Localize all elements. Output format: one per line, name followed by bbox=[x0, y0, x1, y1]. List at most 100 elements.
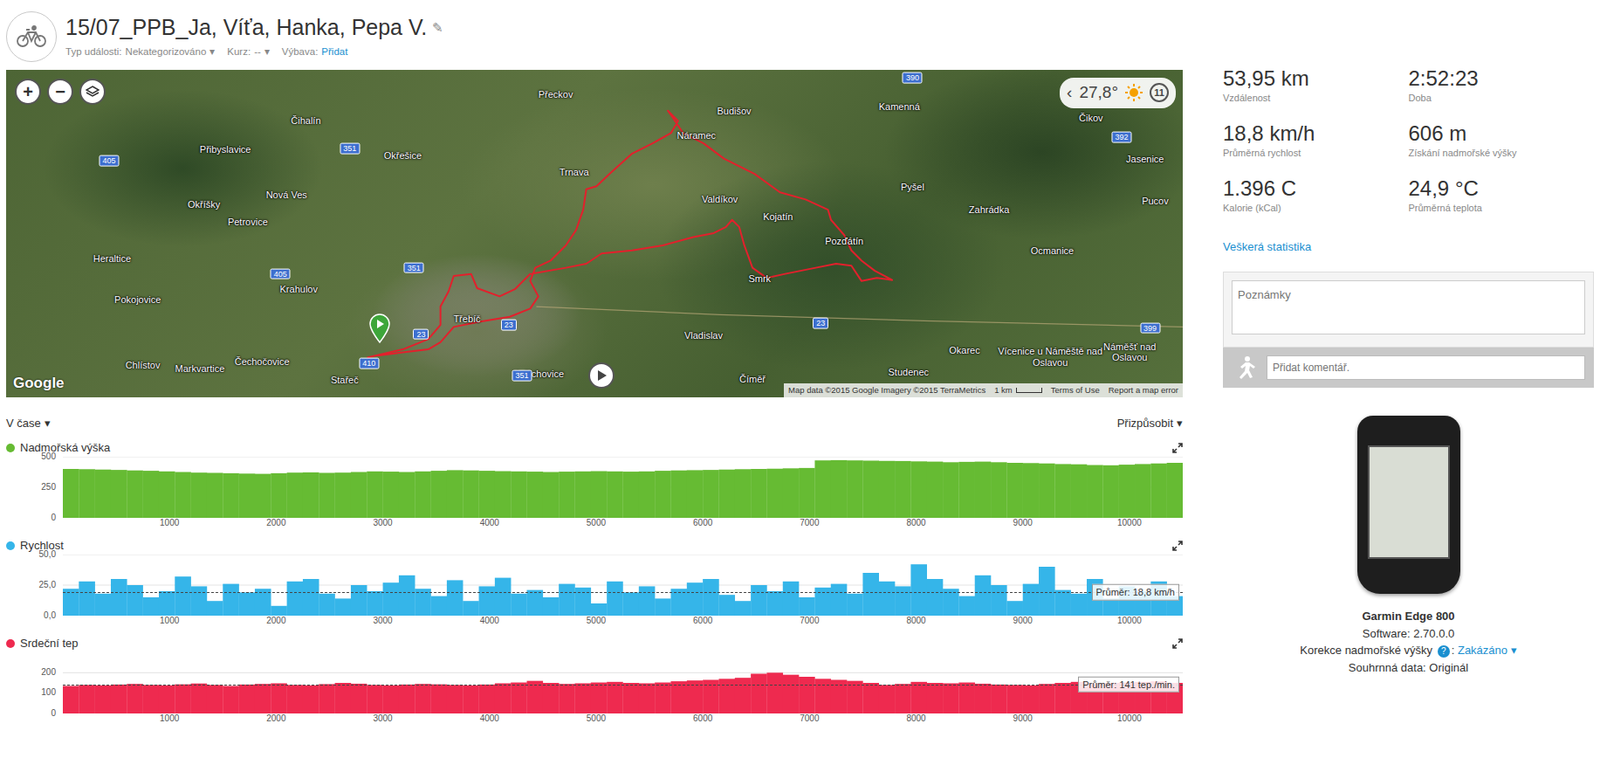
correction-value[interactable]: Zakázáno bbox=[1457, 643, 1508, 657]
stats-grid: 53,95 kmVzdálenost2:52:23Doba18,8 km/hPr… bbox=[1222, 66, 1594, 232]
edit-icon[interactable]: ✎ bbox=[432, 18, 444, 39]
all-stats-link[interactable]: Veškerá statistika bbox=[1222, 238, 1312, 256]
chart-bar bbox=[206, 600, 224, 616]
chart-bar bbox=[78, 580, 96, 615]
zoom-in-button[interactable]: + bbox=[14, 78, 42, 105]
chart-bar bbox=[606, 580, 624, 615]
legend-dot bbox=[6, 443, 15, 453]
chart-bar bbox=[302, 578, 320, 616]
meta-label: Typ události: bbox=[65, 44, 123, 60]
x-tick: 10000 bbox=[1117, 518, 1142, 528]
chart-bar bbox=[110, 469, 128, 518]
chart-bar bbox=[510, 681, 528, 713]
map-controls: +− bbox=[14, 78, 106, 105]
activity-title[interactable]: 15/07_PPB_Ja, Víťa, Hanka, Pepa V. bbox=[65, 13, 427, 42]
meta-value[interactable]: Přidat bbox=[321, 44, 348, 60]
chart-bar bbox=[878, 460, 896, 517]
chart-bar bbox=[287, 580, 304, 615]
meta-label: Výbava: bbox=[281, 44, 319, 60]
meta-value[interactable]: -- bbox=[254, 44, 261, 60]
expand-icon[interactable] bbox=[1172, 540, 1183, 551]
chart-bar bbox=[638, 470, 656, 517]
weather-count[interactable]: 11 bbox=[1149, 82, 1169, 103]
meta-label: Kurz: bbox=[226, 44, 251, 60]
chart-bar bbox=[734, 600, 752, 616]
chart-bar bbox=[718, 468, 735, 517]
chart-bar bbox=[1006, 600, 1024, 616]
x-tick: 3000 bbox=[372, 714, 392, 723]
place-label: Trnava bbox=[559, 165, 590, 178]
road-shield: 351 bbox=[404, 261, 425, 274]
meta-value[interactable]: Nekategorizováno bbox=[125, 44, 207, 60]
main-column: 15/07_PPB_Ja, Víťa, Hanka, Pepa V.✎ Typ u… bbox=[6, 0, 1183, 726]
chart-bar bbox=[126, 683, 144, 714]
x-tick: 5000 bbox=[586, 616, 606, 625]
route-map[interactable]: PřeckovBudišovKamennáČikovČihalínPřibysl… bbox=[6, 69, 1183, 398]
map-link[interactable]: Terms of Use bbox=[1050, 384, 1100, 397]
chart-name: Nadmořská výška bbox=[20, 439, 1168, 457]
stat-label: Získání nadmořské výšky bbox=[1408, 145, 1595, 161]
dropdown-arrow[interactable]: ▾ bbox=[209, 44, 215, 60]
chart-bar bbox=[558, 683, 576, 714]
chart-bar bbox=[927, 578, 944, 616]
x-tick: 7000 bbox=[799, 518, 819, 528]
chart-bar bbox=[126, 469, 144, 517]
x-tick: 6000 bbox=[693, 616, 713, 625]
stat-value: 606 m bbox=[1408, 121, 1595, 146]
y-tick: 200 bbox=[41, 667, 56, 677]
layers-button[interactable] bbox=[79, 78, 106, 105]
chart-mode-select[interactable]: V čase▾ bbox=[6, 414, 51, 433]
expand-icon[interactable] bbox=[1172, 442, 1183, 454]
chart-bar bbox=[990, 461, 1008, 518]
dropdown-arrow[interactable]: ▾ bbox=[1176, 414, 1183, 433]
chart-bar bbox=[958, 681, 976, 713]
scale-bar bbox=[1016, 387, 1043, 393]
dropdown-arrow[interactable]: ▾ bbox=[1510, 643, 1518, 657]
chart-bar bbox=[542, 682, 560, 714]
weather-widget[interactable]: ‹27,8°11 bbox=[1059, 77, 1176, 109]
start-pin-icon[interactable] bbox=[368, 313, 392, 344]
chart-fit-select[interactable]: Přizpůsobit▾ bbox=[1117, 414, 1183, 433]
zoom-out-button[interactable]: − bbox=[47, 78, 74, 105]
y-tick: 0 bbox=[50, 513, 56, 522]
chart-bar bbox=[222, 685, 240, 714]
chart-bar bbox=[78, 468, 96, 518]
y-axis: 5002500 bbox=[6, 456, 63, 518]
chart-bar bbox=[734, 468, 752, 518]
notes-field[interactable] bbox=[1231, 280, 1586, 335]
chart-bar bbox=[654, 470, 672, 518]
play-icon[interactable] bbox=[588, 362, 615, 389]
chart-bar bbox=[335, 472, 352, 518]
dropdown-arrow[interactable]: ▾ bbox=[44, 414, 51, 433]
place-label: Valdíkov bbox=[701, 193, 738, 206]
x-tick: 4000 bbox=[480, 714, 500, 723]
place-label: Pyšel bbox=[900, 181, 925, 193]
chart-bar bbox=[446, 684, 464, 714]
weather-prev[interactable]: ‹ bbox=[1066, 80, 1072, 106]
stat: 24,9 °CPrůměrná teplota bbox=[1408, 176, 1595, 232]
dropdown-arrow[interactable]: ▾ bbox=[264, 44, 270, 60]
chart-bar bbox=[958, 460, 976, 517]
expand-icon[interactable] bbox=[1172, 638, 1183, 649]
average-label: Průměr: 18,8 km/h bbox=[1091, 583, 1180, 601]
chart-bar bbox=[126, 584, 144, 616]
chart-fit-label[interactable]: Přizpůsobit bbox=[1117, 414, 1174, 433]
place-label: Okarec bbox=[948, 344, 980, 357]
chart-bar bbox=[862, 460, 879, 518]
device-summary: Souhrnná data: Originál bbox=[1299, 659, 1517, 677]
comment-field[interactable] bbox=[1266, 355, 1586, 380]
chart-bar bbox=[302, 684, 320, 713]
chart-mode-label[interactable]: V čase bbox=[6, 414, 42, 433]
x-tick: 9000 bbox=[1013, 518, 1033, 528]
chart-bar bbox=[975, 460, 992, 517]
chart-bar bbox=[830, 459, 848, 517]
y-tick: 500 bbox=[41, 452, 56, 461]
map-link[interactable]: Report a map error bbox=[1108, 384, 1179, 397]
info-icon[interactable]: ? bbox=[1437, 645, 1450, 658]
stat: 53,95 kmVzdálenost bbox=[1222, 66, 1409, 122]
x-tick: 4000 bbox=[480, 616, 500, 625]
chart: Srdeční tep2001000Průměr: 141 tep./min.1… bbox=[6, 634, 1183, 726]
chart-bar bbox=[494, 470, 512, 517]
chart-body: 50,025,00,0Průměr: 18,8 km/h bbox=[6, 554, 1183, 616]
chart-bar bbox=[1006, 462, 1024, 518]
